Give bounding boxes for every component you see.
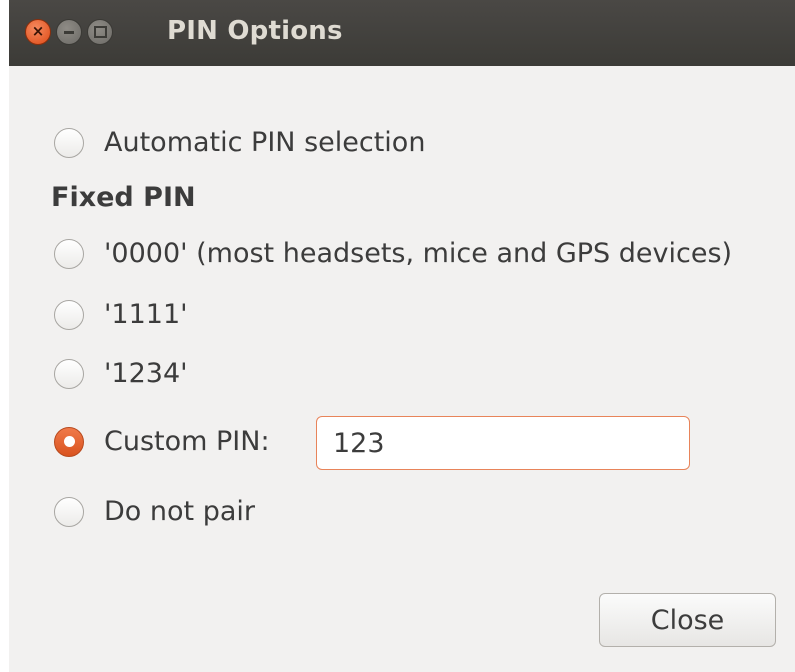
fixed-pin-heading: Fixed PIN — [51, 182, 196, 213]
option-automatic-label: Automatic PIN selection — [104, 127, 426, 158]
custom-pin-input[interactable] — [316, 416, 690, 470]
radio-pin-1234[interactable] — [54, 358, 84, 389]
radio-custom-pin[interactable] — [54, 426, 84, 457]
minimize-icon — [64, 30, 74, 34]
option-custom-pin-label: Custom PIN: — [104, 426, 270, 457]
option-do-not-pair-label: Do not pair — [104, 496, 255, 527]
radio-pin-0000[interactable] — [54, 238, 84, 269]
radio-pin-1111[interactable] — [54, 299, 84, 330]
close-icon: × — [31, 22, 45, 40]
pin-options-dialog: × PIN Options Automatic PIN selection Fi… — [9, 0, 795, 672]
option-pin-1111-label: '1111' — [104, 299, 188, 330]
radio-automatic[interactable] — [54, 127, 84, 158]
window-close-button[interactable]: × — [25, 19, 51, 45]
option-pin-1111[interactable]: '1111' — [54, 299, 188, 330]
window-minimize-button[interactable] — [56, 19, 82, 45]
option-pin-0000-label: '0000' (most headsets, mice and GPS devi… — [104, 238, 733, 269]
close-button[interactable]: Close — [599, 593, 776, 647]
title-bar[interactable]: × PIN Options — [9, 0, 795, 66]
window-maximize-button[interactable] — [87, 19, 113, 45]
option-pin-1234-label: '1234' — [104, 358, 188, 389]
window-title: PIN Options — [167, 16, 343, 46]
option-automatic[interactable]: Automatic PIN selection — [54, 127, 425, 158]
option-do-not-pair[interactable]: Do not pair — [54, 496, 255, 527]
option-pin-0000[interactable]: '0000' (most headsets, mice and GPS devi… — [54, 238, 732, 269]
radio-do-not-pair[interactable] — [54, 496, 84, 527]
option-pin-1234[interactable]: '1234' — [54, 358, 188, 389]
radio-selected-dot — [63, 436, 75, 447]
option-custom-pin[interactable]: Custom PIN: — [54, 426, 270, 457]
maximize-icon — [93, 26, 107, 38]
